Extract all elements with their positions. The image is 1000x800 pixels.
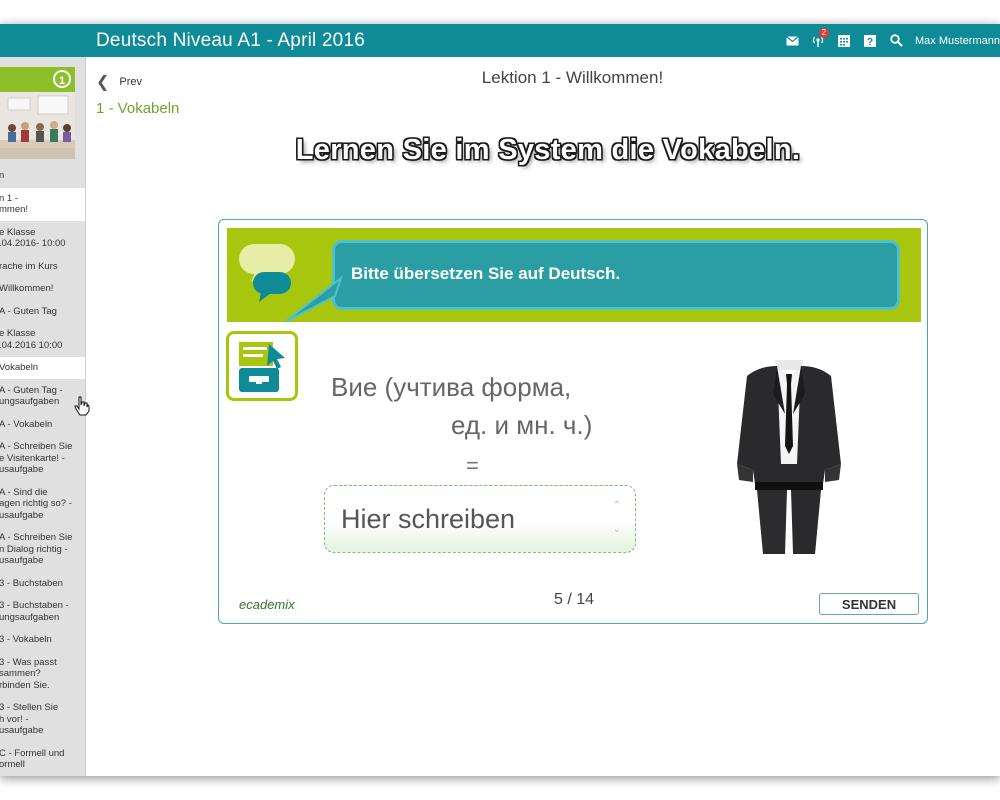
list-item[interactable]: n 1 - mmen! (0, 187, 85, 222)
hand-cursor-icon (74, 396, 90, 421)
list-item[interactable]: A - Guten Tag - ungsaufgaben (0, 380, 85, 414)
list-item[interactable]: A - Schreiben Sie e Visitenkarte! - usau… (0, 436, 85, 482)
list-item[interactable]: A - Schreiben Sie n Dialog richtig - usa… (0, 527, 85, 573)
notification-badge: 2 (818, 28, 830, 38)
list-item[interactable]: 3 - Buchstaben - ungsaufgaben (0, 595, 85, 629)
instruction-bubble: Bitte übersetzen Sie auf Deutsch. (332, 240, 900, 310)
headline: Lernen Sie im System die Vokabeln. (295, 134, 801, 166)
list-item[interactable]: 3 - Vokabeln (0, 629, 85, 652)
prompt-line-1: Вие (учтива форма, (331, 372, 572, 402)
vocabulary-task-icon (226, 331, 298, 401)
user-name[interactable]: Max Mustermann (915, 35, 1000, 47)
app-title: Deutsch Niveau A1 - April 2016 (96, 30, 365, 51)
list-item[interactable]: e Klasse .04.2016 10:00 (0, 323, 85, 357)
top-icons: 2 ? Max Mustermann (777, 24, 1000, 57)
list-item[interactable]: rache im Kurs (0, 256, 85, 278)
send-button[interactable]: SENDEN (819, 593, 919, 615)
lesson-title: Lektion 1 - Willkommen! (481, 68, 664, 87)
list-item[interactable]: A - Vokabeln (0, 414, 85, 436)
mail-icon[interactable] (781, 24, 803, 57)
svg-text:?: ? (867, 37, 873, 47)
app-window: Deutsch Niveau A1 - April 2016 2 ? Max M… (0, 24, 1000, 776)
broadcast-icon[interactable]: 2 (807, 24, 830, 57)
chevron-up-icon[interactable]: ⌃ (613, 494, 621, 518)
section-label: 1 - Vokabeln (96, 100, 180, 117)
list-item[interactable]: Willkommen! (0, 278, 85, 301)
list-item[interactable]: 3 - Buchstaben (0, 573, 85, 595)
chevron-down-icon[interactable]: ⌄ (613, 518, 621, 542)
list-item[interactable]: 3 - Was passt sammen? rbinden Sie. (0, 652, 85, 697)
list-item[interactable]: A - Sind die agen richtig so? - usaufgab… (0, 482, 85, 527)
equals-sign: = (466, 453, 479, 478)
list-item[interactable]: C - Formell und ormell (0, 743, 85, 776)
list-item[interactable]: A - Guten Tag (0, 301, 85, 323)
top-bar: Deutsch Niveau A1 - April 2016 2 ? Max M… (0, 24, 1000, 57)
instruction-text: Bitte übersetzen Sie auf Deutsch. (351, 264, 621, 283)
list-item[interactable]: e Klasse .04.2016- 10:00 (0, 222, 85, 256)
list-item[interactable]: Vokabeln (0, 357, 85, 380)
scroll-arrows[interactable]: ⌃ ⌄ (613, 494, 621, 542)
answer-field[interactable]: ⌃ ⌄ (324, 485, 636, 553)
list-item[interactable]: n (0, 165, 85, 188)
lesson-list: n n 1 - mmen! e Klasse .04.2016- 10:00 r… (0, 165, 85, 776)
calendar-icon[interactable] (833, 24, 855, 57)
exercise-banner: Bitte übersetzen Sie auf Deutsch. (227, 228, 921, 323)
help-icon[interactable]: ? (859, 24, 881, 57)
bubble-tail (284, 272, 345, 327)
businessman-image (729, 354, 849, 554)
answer-input[interactable] (339, 502, 593, 536)
prompt-line-2: ед. и мн. ч.) (451, 410, 593, 440)
search-icon[interactable] (885, 24, 907, 57)
list-item[interactable]: 3 - Stellen Sie h vor! - usaufgabe (0, 697, 85, 743)
exercise-card: Bitte übersetzen Sie auf Deutsch. Вие (у… (218, 219, 928, 624)
